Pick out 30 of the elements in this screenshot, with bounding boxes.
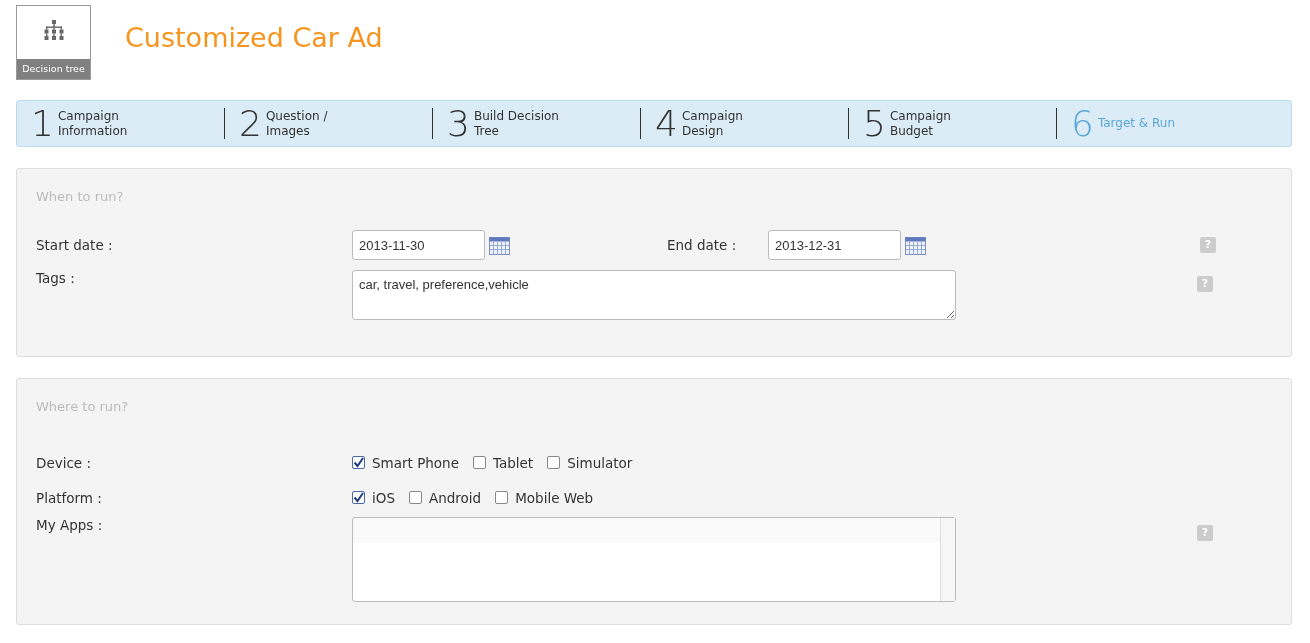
tags-field[interactable]: car, travel, preference,vehicle xyxy=(352,270,956,320)
apps-list-box[interactable] xyxy=(352,517,956,602)
checkbox-label[interactable]: Android xyxy=(428,489,482,506)
field-label: My Apps : xyxy=(36,517,104,533)
section-heading: Where to run? xyxy=(36,399,130,416)
checkbox-label[interactable]: Simulator xyxy=(567,454,633,471)
checkbox-label[interactable]: iOS xyxy=(372,489,395,506)
calendar-icon[interactable] xyxy=(905,235,926,255)
field-label: Device : xyxy=(36,454,92,471)
checkbox[interactable] xyxy=(408,491,422,504)
section-heading: When to run? xyxy=(36,189,125,206)
calendar-icon[interactable] xyxy=(489,235,510,255)
field-label: Start date : xyxy=(36,237,114,253)
start-date-field[interactable]: 2013-11-30 xyxy=(352,230,485,260)
field-label: End date : xyxy=(667,237,738,253)
checkbox[interactable] xyxy=(352,456,365,469)
tree-icon xyxy=(42,19,65,40)
checkbox[interactable] xyxy=(495,491,509,504)
checkbox[interactable] xyxy=(352,491,365,504)
checkbox[interactable] xyxy=(472,456,486,469)
field-label: Tags : xyxy=(36,270,76,286)
end-date-field[interactable]: 2013-12-31 xyxy=(768,230,901,260)
checkbox-label[interactable]: Smart Phone xyxy=(372,454,459,471)
checkbox[interactable] xyxy=(547,456,561,469)
checkbox-label[interactable]: Tablet xyxy=(492,454,534,471)
scrollbar[interactable] xyxy=(940,518,955,601)
field-label: Platform : xyxy=(36,489,103,506)
checkbox-label[interactable]: Mobile Web xyxy=(515,489,594,506)
logo-label: Decision tree xyxy=(17,59,90,79)
page-title: Customized Car Ad xyxy=(125,22,383,53)
